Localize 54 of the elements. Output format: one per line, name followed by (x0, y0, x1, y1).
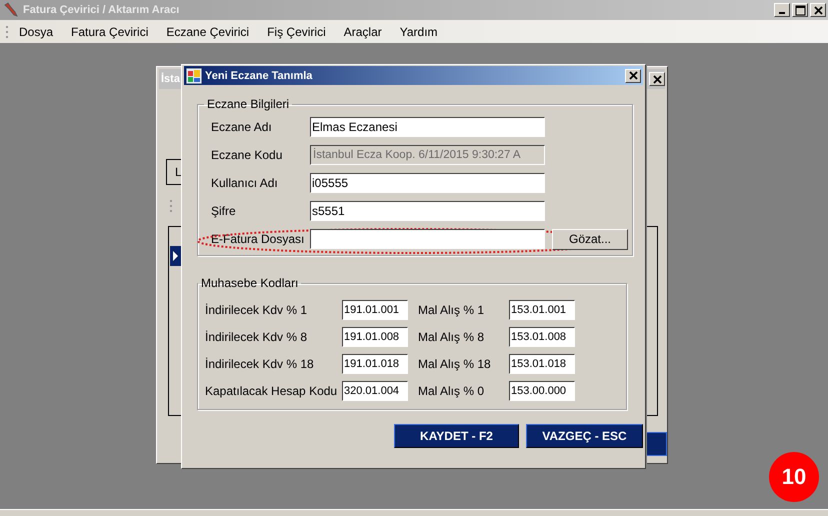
dialog-button[interactable]: VAZGEÇ - ESC (526, 424, 643, 448)
field-label: Eczane Adı (211, 120, 273, 134)
dialog-button[interactable]: KAYDET - F2 (394, 424, 519, 448)
minimize-icon (779, 12, 785, 14)
step-badge: 10 (769, 452, 819, 502)
code-field[interactable]: 191.01.001 (342, 300, 408, 320)
menu-item[interactable]: Dosya (10, 24, 62, 38)
code-field[interactable]: 320.01.004 (342, 381, 408, 401)
close-button[interactable] (649, 72, 665, 86)
window-app-icon (186, 68, 202, 84)
field-label: Mal Alış % 8 (418, 330, 486, 344)
field-label: Mal Alış % 0 (418, 384, 486, 398)
menu-item[interactable]: Eczane Çevirici (157, 24, 258, 38)
menu-item[interactable]: Araçlar (334, 24, 391, 38)
field-label: İndirilecek Kdv % 1 (205, 303, 308, 317)
window-title: İsta (161, 73, 180, 85)
field-label: Mal Alış % 1 (418, 303, 486, 317)
close-icon (652, 74, 662, 84)
close-button[interactable] (625, 68, 641, 82)
code-field[interactable]: 153.01.018 (509, 354, 575, 374)
browse-button[interactable]: Gözat... (552, 228, 628, 250)
field-label: Kullanıcı Adı (211, 176, 279, 190)
text-field[interactable]: Elmas Eczanesi (310, 117, 545, 137)
dialog-title: Yeni Eczane Tanımla (205, 70, 312, 82)
code-field[interactable]: 153.01.008 (509, 327, 575, 347)
field-label: Mal Alış % 18 (418, 357, 492, 371)
text-field[interactable]: i05555 (310, 173, 545, 193)
field-label: İndirilecek Kdv % 8 (205, 330, 308, 344)
field-label: Şifre (211, 204, 237, 218)
menu-item[interactable]: Yardım (390, 24, 447, 38)
window-title: Fatura Çevirici / Aktarım Aracı (23, 4, 180, 16)
maximize-button[interactable] (792, 3, 808, 17)
code-field[interactable]: 191.01.008 (342, 327, 408, 347)
field-label: Kapatılacak Hesap Kodu (205, 384, 338, 398)
code-field[interactable]: 191.01.018 (342, 354, 408, 374)
menu-item[interactable]: Fatura Çevirici (62, 24, 158, 38)
minimize-button[interactable] (774, 3, 790, 17)
grip-icon (6, 24, 9, 38)
label: L (175, 165, 182, 179)
field-label: Eczane Kodu (211, 148, 284, 162)
menu-item[interactable]: Fiş Çevirici (258, 24, 335, 38)
maximize-icon (794, 4, 806, 16)
close-icon (628, 71, 638, 80)
text-field[interactable] (310, 229, 545, 249)
close-button[interactable] (810, 3, 826, 17)
text-field[interactable]: s5551 (310, 201, 545, 221)
field-label: E-Fatura Dosyası (211, 232, 306, 246)
code-field[interactable]: 153.01.001 (509, 300, 575, 320)
group-title: Eczane Bilgileri (206, 97, 290, 111)
grip-icon (169, 199, 173, 213)
group-title: Muhasebe Kodları (200, 276, 300, 290)
code-field[interactable]: 153.00.000 (509, 381, 575, 401)
close-icon (814, 6, 822, 14)
field-label: İndirilecek Kdv % 18 (205, 357, 315, 371)
